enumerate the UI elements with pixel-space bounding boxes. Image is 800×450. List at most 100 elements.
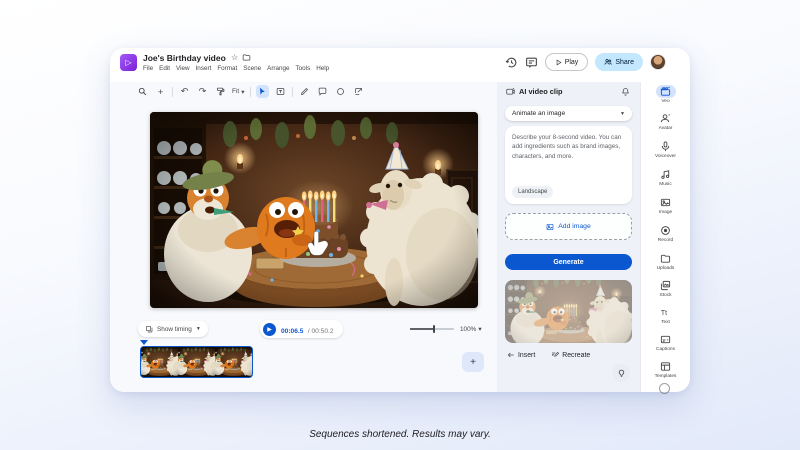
- sidebar-item-text[interactable]: Tt Text: [641, 306, 690, 325]
- panel-title: AI video clip: [519, 87, 563, 96]
- insert-button[interactable]: Insert: [507, 351, 535, 359]
- app-window: ▷ Joe's Birthday video ☆ File Edit View …: [110, 48, 690, 392]
- comment-tool-icon[interactable]: [316, 85, 329, 98]
- show-timing-label: Show timing: [157, 326, 192, 333]
- sidebar-item-uploads[interactable]: Uploads: [641, 252, 690, 271]
- preview-play-button[interactable]: ▶: [263, 323, 276, 336]
- menu-file[interactable]: File: [143, 65, 153, 72]
- version-history-icon[interactable]: [505, 56, 518, 69]
- menu-format[interactable]: Format: [217, 65, 237, 72]
- add-image-button[interactable]: Add image: [505, 213, 632, 240]
- time-total: / 00:50.2: [308, 328, 334, 335]
- select-tool-icon[interactable]: [256, 85, 269, 98]
- undo-icon[interactable]: ↶: [178, 85, 191, 98]
- add-scene-button[interactable]: +: [462, 352, 484, 372]
- menu-arrange[interactable]: Arrange: [267, 65, 289, 72]
- sidebar-item-label: Voiceover: [655, 154, 676, 159]
- timecode-pill: ▶ 00:06.5 / 00:50.2: [260, 320, 343, 338]
- vids-logo-icon[interactable]: ▷: [120, 54, 137, 71]
- comment-history-icon[interactable]: [525, 56, 538, 69]
- menu-insert[interactable]: Insert: [196, 65, 212, 72]
- image-icon: [546, 223, 554, 231]
- mode-dropdown[interactable]: Animate an image ▼: [505, 106, 632, 121]
- add-icon[interactable]: +: [154, 85, 167, 98]
- chevron-down-icon: ▾: [241, 88, 244, 96]
- prompt-placeholder: Describe your 8-second video. You can ad…: [512, 133, 625, 161]
- star-icon[interactable]: ☆: [231, 53, 238, 62]
- stock-media-icon: [656, 279, 676, 292]
- ai-clip-icon: [506, 87, 515, 96]
- sidebar-item-image[interactable]: Image: [641, 196, 690, 215]
- paint-format-icon[interactable]: [214, 85, 227, 98]
- arrow-left-icon: [507, 351, 515, 359]
- sidebar-item-stock[interactable]: Stock: [641, 279, 690, 298]
- menu-edit[interactable]: Edit: [159, 65, 170, 72]
- pen-tool-icon[interactable]: [298, 85, 311, 98]
- generate-button[interactable]: Generate: [505, 254, 632, 270]
- prompt-input[interactable]: Describe your 8-second video. You can ad…: [505, 126, 632, 204]
- zoom-fit-select[interactable]: Fit▾: [232, 88, 245, 96]
- menu-view[interactable]: View: [176, 65, 190, 72]
- menu-scene[interactable]: Scene: [243, 65, 261, 72]
- canvas-area: + ↶ ↷ Fit▾: [110, 82, 497, 392]
- share-button[interactable]: Share: [595, 53, 643, 71]
- aspect-ratio-chip[interactable]: Landscape: [512, 186, 553, 198]
- zoom-level-select[interactable]: 100% ▾: [460, 325, 482, 333]
- slider-handle[interactable]: [433, 325, 435, 333]
- notifications-bell-icon[interactable]: [621, 87, 630, 97]
- sidebar-item-voiceover[interactable]: Voiceover: [641, 140, 690, 159]
- sidebar-item-veo[interactable]: Veo: [641, 85, 690, 104]
- play-button-label: Play: [565, 59, 579, 66]
- recreate-button[interactable]: Recreate: [551, 351, 590, 359]
- image-sparkle-icon: [656, 196, 676, 209]
- playback-controls: Show timing ▼ ▶ 00:06.5 / 00:50.2 100%: [110, 320, 497, 340]
- music-icon: [656, 168, 676, 181]
- timeline-clip[interactable]: [140, 346, 253, 378]
- text-icon: Tt: [656, 306, 676, 319]
- menu-tools[interactable]: Tools: [296, 65, 311, 72]
- sidebar-item-captions[interactable]: Captions: [641, 333, 690, 352]
- sidebar-item-record[interactable]: Record: [641, 224, 690, 243]
- add-image-label: Add image: [558, 223, 591, 230]
- sidebar-item-label: Avatar: [659, 126, 673, 131]
- fit-label: Fit: [232, 88, 239, 95]
- generated-clip-thumbnail[interactable]: [505, 280, 632, 343]
- account-avatar[interactable]: [650, 54, 666, 70]
- timeline-zoom-slider[interactable]: [410, 328, 454, 330]
- disclaimer-caption: Sequences shortened. Results may vary.: [0, 429, 800, 440]
- shapes-tool-icon[interactable]: [334, 85, 347, 98]
- toolbar-divider: [172, 87, 173, 97]
- captions-icon: [656, 333, 676, 346]
- chevron-down-icon: ▼: [620, 111, 625, 117]
- redo-icon[interactable]: ↷: [196, 85, 209, 98]
- sidebar-item-music[interactable]: Music: [641, 168, 690, 187]
- menu-help[interactable]: Help: [316, 65, 329, 72]
- playhead-marker[interactable]: [140, 340, 148, 345]
- suggestions-button[interactable]: [612, 364, 630, 382]
- sidebar-item-partial-icon[interactable]: [659, 383, 670, 394]
- show-timing-dropdown[interactable]: Show timing ▼: [138, 321, 208, 337]
- document-title[interactable]: Joe's Birthday video: [143, 53, 226, 63]
- video-frame[interactable]: [150, 112, 478, 308]
- text-box-icon[interactable]: [274, 85, 287, 98]
- present-tool-icon[interactable]: [352, 85, 365, 98]
- ai-video-panel: AI video clip Animate an image ▼ Describ…: [497, 82, 640, 392]
- zoom-tool-icon[interactable]: [136, 85, 149, 98]
- mode-dropdown-value: Animate an image: [512, 110, 565, 117]
- recreate-label: Recreate: [562, 352, 590, 359]
- sidebar-item-templates[interactable]: Templates: [641, 360, 690, 379]
- lightbulb-icon: [617, 369, 626, 378]
- sidebar-item-label: Record: [658, 238, 673, 243]
- hand-cursor-icon: [306, 230, 332, 260]
- avatar-icon: [656, 112, 676, 125]
- move-folder-icon[interactable]: [242, 53, 251, 62]
- folder-icon: [656, 252, 676, 265]
- chevron-down-icon: ▼: [196, 326, 201, 332]
- menu-bar: File Edit View Insert Format Scene Arran…: [143, 65, 329, 72]
- sidebar-item-avatar[interactable]: Avatar: [641, 112, 690, 131]
- svg-text:Tt: Tt: [661, 310, 667, 317]
- time-current: 00:06.5: [281, 328, 303, 335]
- share-button-label: Share: [615, 59, 634, 66]
- play-button[interactable]: Play: [545, 53, 589, 71]
- play-icon: [555, 59, 562, 66]
